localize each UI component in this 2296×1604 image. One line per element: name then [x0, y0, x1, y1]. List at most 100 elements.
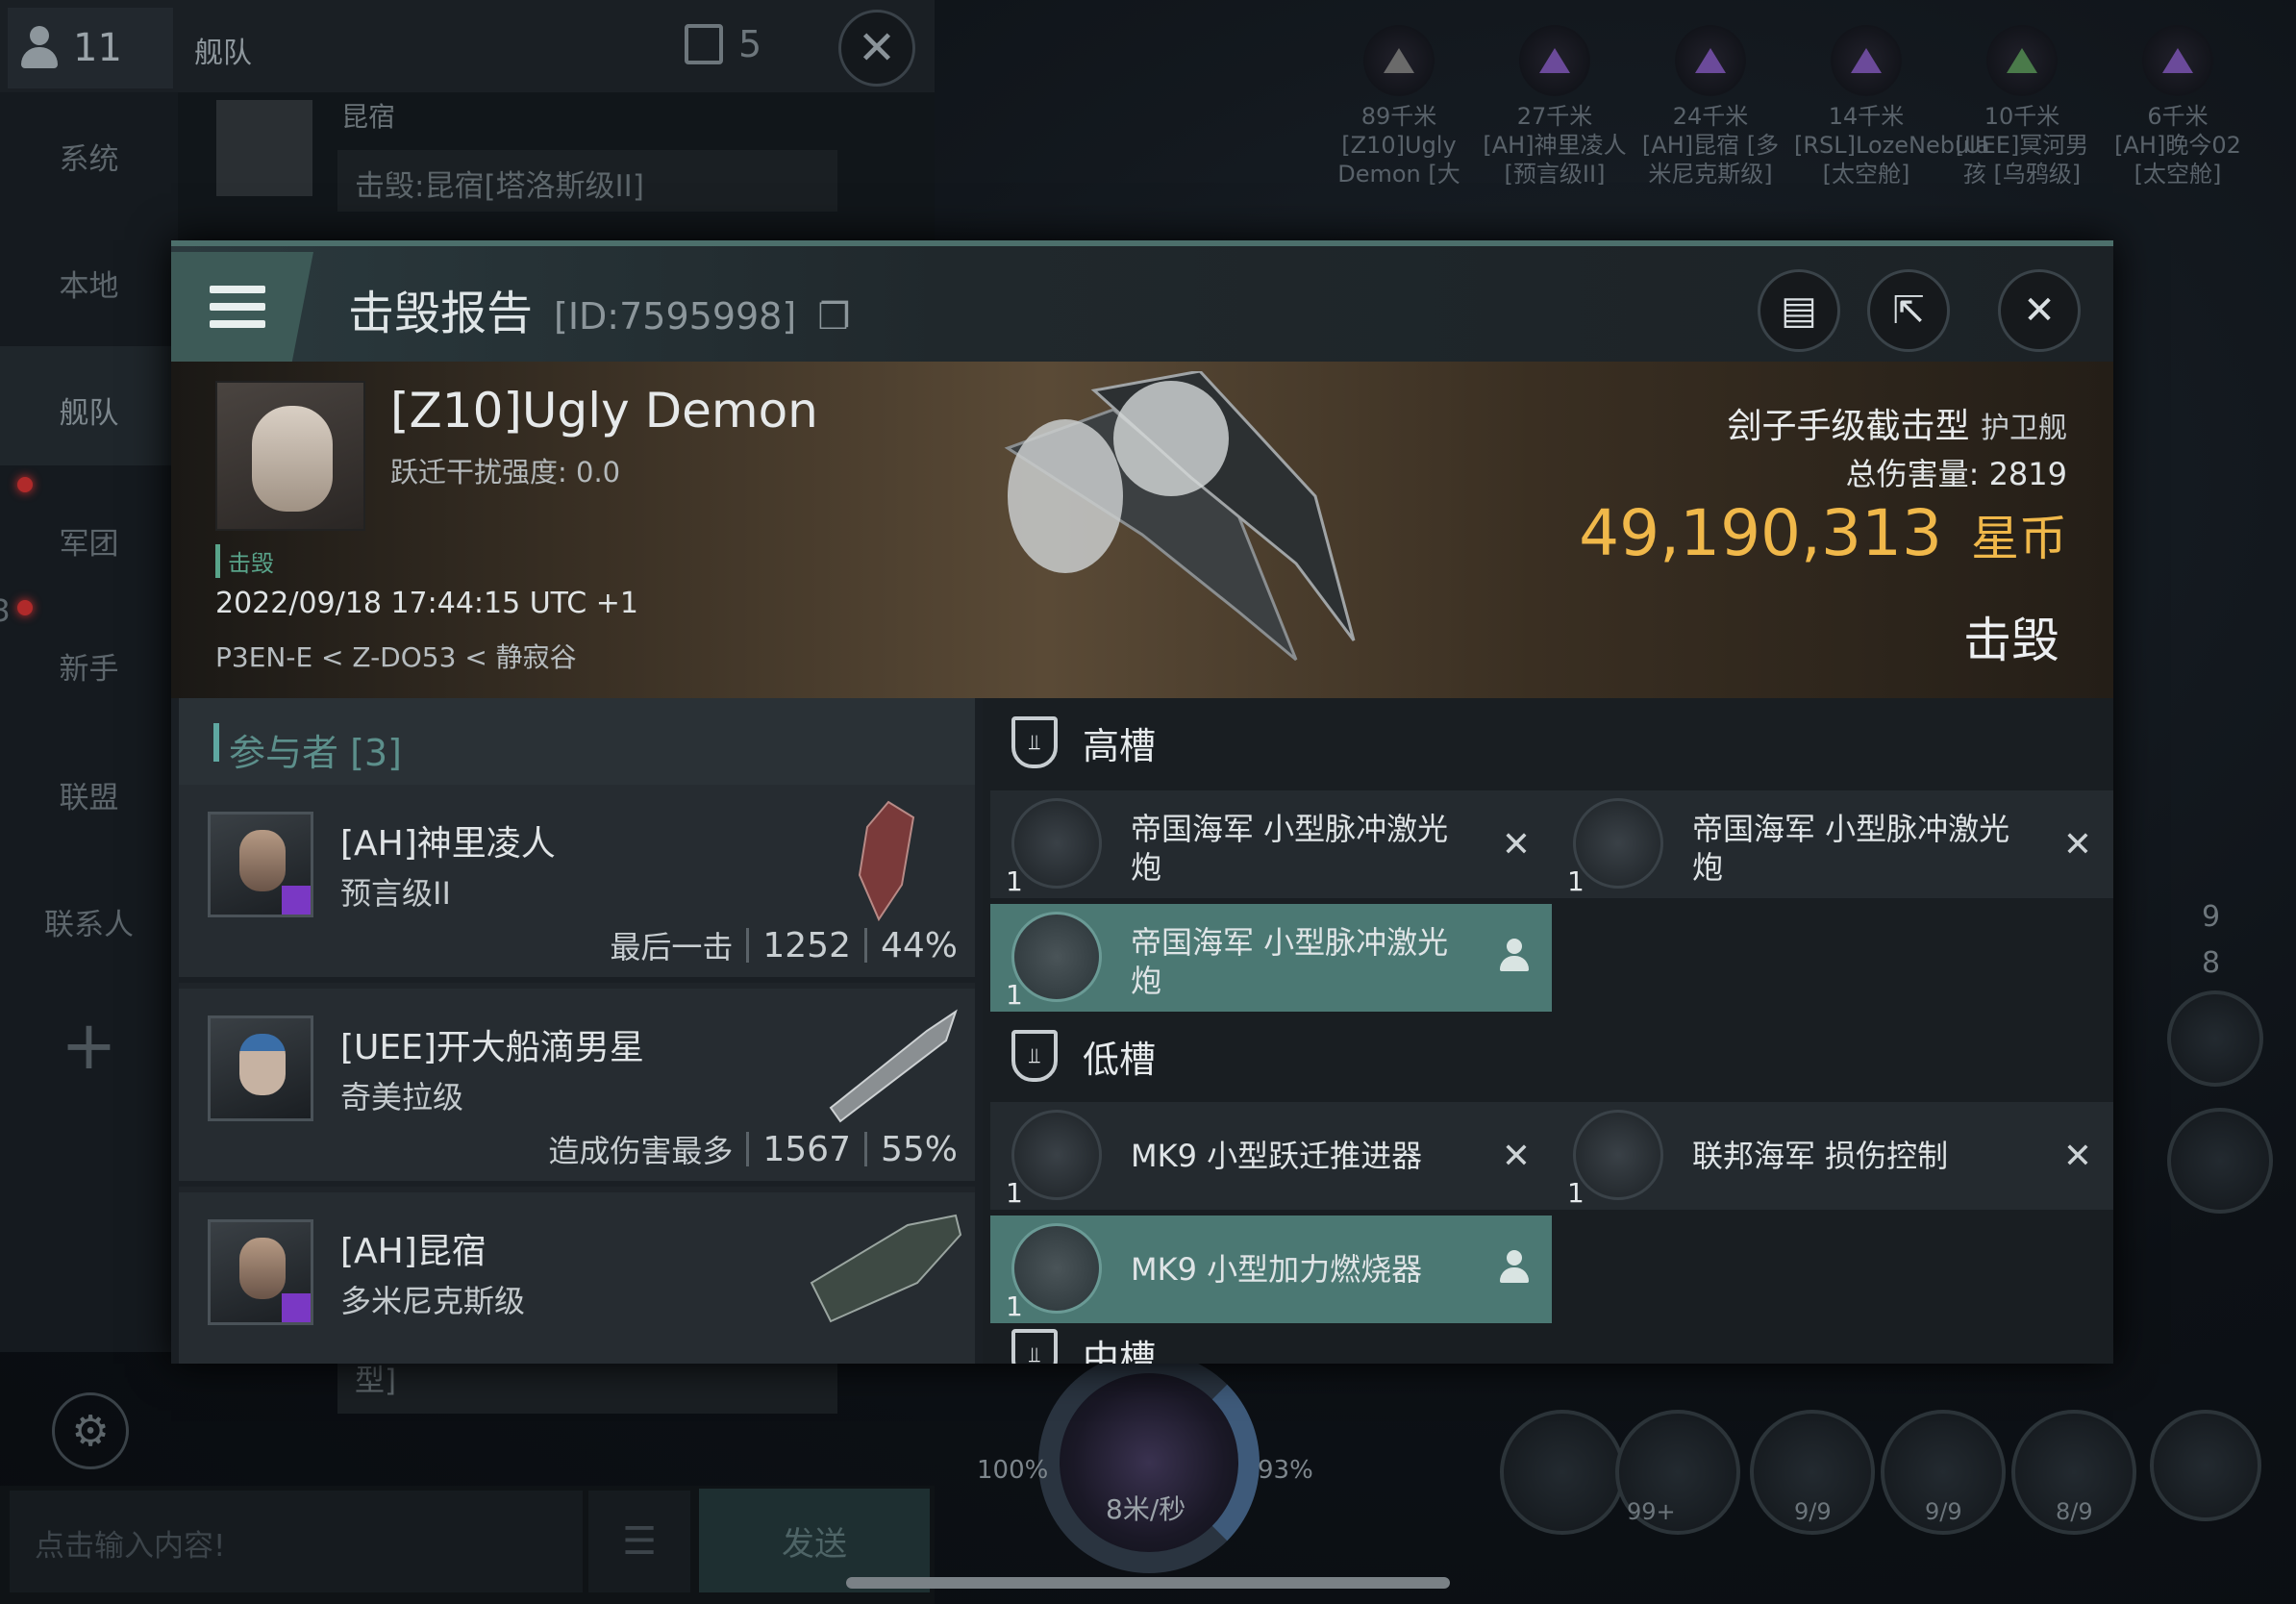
participant-ship: 多米尼克斯级: [340, 1283, 526, 1319]
warp-label: 跃迁干扰强度:: [390, 456, 567, 489]
sidebar-item-system[interactable]: 系统: [0, 135, 178, 178]
victim-portrait[interactable]: [215, 381, 365, 531]
kill-result: 击毁: [1963, 613, 2059, 668]
overview-bracket[interactable]: 6千米 [AH]晚今02 [太空舱]: [2106, 25, 2250, 188]
overview-bracket[interactable]: 10千米 [UEE]冥河男孩 [乌鸦级]: [1950, 25, 2094, 188]
avatar: [216, 100, 312, 196]
participant-name: [UEE]开大船滴男星: [340, 1028, 644, 1067]
avatar: [208, 1015, 313, 1121]
afterburner-icon: [1011, 1223, 1102, 1314]
avatar: [208, 812, 313, 917]
sidebar-item-contacts[interactable]: 联系人: [0, 900, 178, 943]
share-button[interactable]: ⇱: [1867, 269, 1950, 352]
menu-button[interactable]: [171, 252, 313, 362]
module-name: 帝国海军 小型脉冲激光炮: [1692, 811, 2010, 886]
clipboard-button[interactable]: ▤: [1758, 269, 1840, 352]
module-qty: 1: [1006, 1177, 1023, 1209]
module-item[interactable]: 1 帝国海军 小型脉冲激光炮 ✕: [990, 790, 1552, 898]
message-author: 昆宿: [341, 101, 396, 133]
laser-module-icon: [1011, 798, 1102, 889]
overview-bracket[interactable]: 24千米 [AH]昆宿 [多米尼克斯级]: [1638, 25, 1783, 188]
participant-damage: 1252: [762, 925, 851, 965]
message-icon: [685, 24, 723, 64]
low-slot-icon: ⫫: [1011, 1030, 1058, 1082]
shield-module-icon[interactable]: [2150, 1410, 2261, 1521]
close-icon: ✕: [857, 21, 897, 75]
module-slot[interactable]: [1500, 1410, 1625, 1535]
ammo-count: 9/9: [1794, 1498, 1832, 1525]
ship-icon: [1363, 25, 1435, 96]
chat-menu-icon[interactable]: ☰: [588, 1491, 690, 1592]
damage-label: 总伤害量:: [1845, 456, 1980, 492]
close-button[interactable]: ✕: [1998, 269, 2081, 352]
sidebar-item-local[interactable]: 本地: [0, 262, 178, 305]
add-channel-icon[interactable]: +: [0, 1006, 178, 1085]
ammo-count: 8/9: [2056, 1498, 2093, 1525]
high-slot-header: ⫫ 高槽: [983, 698, 2113, 787]
modal-header: 击毁报告 [ID:7595998] ❐ ▤ ⇱ ✕: [171, 240, 2113, 362]
game-screen: 11 舰队 5 ✕ 系统 本地 舰队 2 军团 23 新手 联盟 联系人 + 昆…: [0, 0, 2296, 1604]
module-qty: 1: [1567, 865, 1585, 897]
ship-render: [1004, 371, 1356, 662]
eye-icon[interactable]: [2167, 990, 2263, 1087]
kill-location[interactable]: P3EN-E < Z-DO53 < 静寂谷: [215, 637, 577, 675]
chat-close-button[interactable]: ✕: [838, 10, 915, 87]
target-count: 9: [2202, 900, 2221, 934]
swap-icon[interactable]: [2167, 1108, 2273, 1214]
chat-input[interactable]: 点击输入内容!: [10, 1491, 583, 1592]
drone-count-badge: 99+: [1627, 1498, 1676, 1525]
module-name: MK9 小型加力燃烧器: [1131, 1251, 1423, 1288]
fitting-panel: ⫫ 高槽 1 帝国海军 小型脉冲激光炮 ✕ 1 帝国海军 小型脉冲激光炮 ✕ 1…: [983, 698, 2113, 1364]
unread-indicator[interactable]: 5: [685, 23, 761, 65]
victim-name[interactable]: [Z10]Ugly Demon: [390, 383, 818, 439]
module-item[interactable]: 1 MK9 小型跃迁推进器 ✕: [990, 1102, 1552, 1210]
sidebar-item-alliance[interactable]: 联盟: [0, 773, 178, 816]
bracket-distance: 14千米: [1828, 103, 1905, 130]
overview-bracket[interactable]: 14千米 [RSL]LozeNebula [太空舱]: [1794, 25, 1990, 188]
isk-unit: 星币: [1971, 511, 2067, 566]
laser-module-icon: [1011, 912, 1102, 1002]
sidebar-item-corp[interactable]: 军团: [0, 519, 178, 563]
module-item[interactable]: 1 帝国海军 小型脉冲激光炮: [990, 904, 1552, 1012]
low-slot-header: ⫫ 低槽: [983, 1012, 2113, 1100]
ship-class: 护卫舰: [1981, 412, 2067, 445]
copy-id-icon[interactable]: ❐: [817, 295, 850, 338]
bracket-name: [AH]昆宿 [多米尼克斯级]: [1641, 132, 1780, 188]
participant-row[interactable]: [UEE]开大船滴男星 奇美拉级 造成伤害最多 1567 55%: [179, 989, 975, 1187]
avatar: [208, 1219, 313, 1325]
damage-control-icon: [1573, 1110, 1663, 1200]
destroyed-icon: ✕: [2062, 1137, 2092, 1176]
sidebar-item-newbie[interactable]: 新手: [0, 644, 178, 688]
report-title: 击毁报告: [348, 287, 534, 340]
dropped-person-icon: [1500, 1250, 1529, 1289]
drone-count: 8: [2202, 946, 2221, 980]
ammo-count: 9/9: [1925, 1498, 1962, 1525]
bracket-name: [Z10]Ugly Demon [大: [1337, 132, 1460, 188]
bracket-distance: 6千米: [2147, 103, 2209, 130]
channel-title: 舰队: [194, 37, 252, 70]
member-count-button[interactable]: 11: [8, 8, 173, 88]
victim-banner: [Z10]Ugly Demon 跃迁干扰强度: 0.0 击毁 2022/09/1…: [171, 362, 2113, 698]
module-item[interactable]: 1 联邦海军 损伤控制 ✕: [1552, 1102, 2113, 1210]
participant-row[interactable]: [AH]神里凌人 预言级II 最后一击 1252 44%: [179, 785, 975, 983]
overview-bracket[interactable]: 27千米 [AH]神里凌人 [预言级II]: [1483, 25, 1627, 188]
ship-thumbnail: [829, 1009, 958, 1123]
participant-name: [AH]神里凌人: [340, 824, 556, 864]
ship-name: 刽子手级截击型: [1727, 407, 1970, 446]
module-item[interactable]: 1 MK9 小型加力燃烧器: [990, 1216, 1552, 1323]
module-item[interactable]: 1 帝国海军 小型脉冲激光炮 ✕: [1552, 790, 2113, 898]
shield-value: 100: [977, 1456, 1025, 1485]
speed-gauge[interactable]: [1038, 1352, 1260, 1573]
total-damage: 总伤害量: 2819: [1846, 450, 2067, 494]
settings-gear-icon[interactable]: ⚙: [52, 1392, 129, 1469]
victim-ship[interactable]: 刽子手级截击型 护卫舰: [1728, 398, 2067, 448]
sidebar-item-fleet[interactable]: 舰队: [0, 346, 178, 465]
ship-thumbnail: [858, 800, 915, 922]
participant-row[interactable]: [AH]昆宿 多米尼克斯级: [179, 1192, 975, 1364]
bracket-name: [AH]神里凌人 [预言级II]: [1483, 132, 1627, 188]
overview-bracket[interactable]: 89千米 [Z10]Ugly Demon [大: [1327, 25, 1471, 188]
kill-report-modal: 击毁报告 [ID:7595998] ❐ ▤ ⇱ ✕ [Z10]Ugly Demo…: [171, 240, 2113, 1364]
participant-damage: 1567: [762, 1129, 851, 1169]
ship-thumbnail: [810, 1214, 962, 1323]
shield-percent: 100%: [977, 1456, 1049, 1485]
